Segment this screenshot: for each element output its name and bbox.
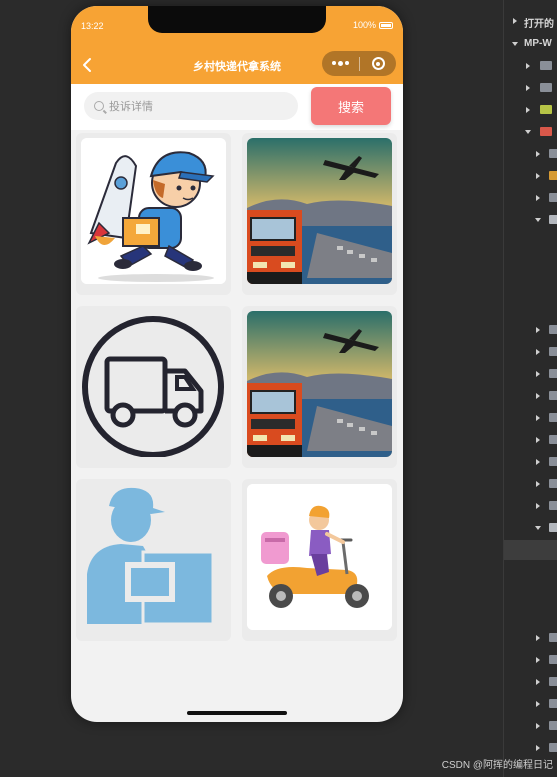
folder-icon bbox=[549, 369, 557, 378]
tree-file[interactable] bbox=[504, 232, 557, 252]
search-placeholder: 投诉详情 bbox=[109, 101, 153, 113]
miniprogram-capsule bbox=[322, 51, 396, 76]
tree-folder[interactable] bbox=[504, 166, 557, 186]
ide-file-tree: 打开的 MP-W bbox=[503, 0, 557, 777]
courier-rocket-image bbox=[81, 138, 226, 284]
tree-folder[interactable] bbox=[504, 496, 557, 516]
folder-icon bbox=[540, 105, 552, 114]
tree-folder[interactable] bbox=[504, 122, 557, 142]
tree-folder[interactable] bbox=[504, 716, 557, 736]
tree-folder[interactable] bbox=[504, 78, 557, 98]
tree-row-project[interactable]: MP-W bbox=[504, 34, 557, 54]
folder-icon bbox=[549, 655, 557, 664]
tree-folder[interactable] bbox=[504, 364, 557, 384]
tree-folder[interactable] bbox=[504, 408, 557, 428]
grid-card[interactable] bbox=[76, 306, 231, 468]
folder-icon bbox=[540, 61, 552, 70]
folder-icon bbox=[549, 171, 557, 180]
folder-icon bbox=[549, 413, 557, 422]
folder-icon bbox=[549, 501, 557, 510]
scooter-delivery-image bbox=[247, 484, 392, 630]
folder-icon bbox=[549, 721, 557, 730]
grid-card[interactable] bbox=[242, 133, 397, 295]
tree-file[interactable] bbox=[504, 254, 557, 274]
search-button[interactable]: 搜索 bbox=[311, 87, 391, 125]
folder-icon bbox=[549, 325, 557, 334]
status-time: 13:22 bbox=[81, 21, 104, 31]
folder-icon bbox=[549, 391, 557, 400]
folder-icon bbox=[549, 743, 557, 752]
tree-folder[interactable] bbox=[504, 518, 557, 538]
folder-icon bbox=[549, 523, 557, 532]
tree-folder[interactable] bbox=[504, 650, 557, 670]
tree-folder[interactable] bbox=[504, 210, 557, 230]
project-label: MP-W bbox=[524, 38, 552, 49]
tree-folder[interactable] bbox=[504, 430, 557, 450]
folder-icon bbox=[549, 457, 557, 466]
tree-folder[interactable] bbox=[504, 188, 557, 208]
tree-folder[interactable] bbox=[504, 144, 557, 164]
nav-bar: 乡村快递代拿系统 bbox=[71, 46, 403, 84]
tree-folder[interactable] bbox=[504, 320, 557, 340]
more-menu-icon[interactable] bbox=[322, 61, 359, 66]
battery-text: 100% bbox=[352, 20, 376, 30]
folder-icon bbox=[549, 347, 557, 356]
close-miniprogram-icon[interactable] bbox=[360, 57, 396, 70]
truck-plane-photo bbox=[247, 138, 392, 284]
folder-icon bbox=[549, 633, 557, 642]
phone-notch bbox=[148, 6, 326, 33]
search-bar: 投诉详情 搜索 bbox=[71, 84, 403, 130]
tree-row-opened[interactable]: 打开的 bbox=[504, 11, 557, 31]
tree-folder[interactable] bbox=[504, 474, 557, 494]
folder-icon bbox=[549, 149, 557, 158]
battery-indicator: 100% bbox=[353, 20, 393, 30]
tree-folder[interactable] bbox=[504, 386, 557, 406]
tree-folder[interactable] bbox=[504, 672, 557, 692]
folder-icon bbox=[540, 83, 552, 92]
phone-simulator: 13:22 100% 乡村快递代拿系统 投诉详情 搜索 bbox=[71, 6, 403, 722]
grid-card[interactable] bbox=[76, 133, 231, 295]
delivery-man-silhouette bbox=[81, 484, 226, 630]
folder-icon bbox=[549, 479, 557, 488]
delivery-truck-icon bbox=[81, 311, 226, 457]
image-grid bbox=[76, 133, 398, 641]
collapsed-arrow-icon bbox=[513, 18, 517, 24]
folder-icon bbox=[549, 699, 557, 708]
folder-icon bbox=[549, 193, 557, 202]
home-indicator bbox=[187, 711, 287, 715]
grid-card[interactable] bbox=[242, 306, 397, 468]
search-icon bbox=[94, 101, 104, 111]
tree-folder[interactable] bbox=[504, 56, 557, 76]
search-input[interactable]: 投诉详情 bbox=[84, 92, 298, 120]
tree-folder[interactable] bbox=[504, 628, 557, 648]
opened-editors-label: 打开的 bbox=[524, 19, 554, 30]
battery-icon bbox=[379, 21, 393, 29]
tree-folder[interactable] bbox=[504, 342, 557, 362]
folder-icon bbox=[549, 677, 557, 686]
tree-folder[interactable] bbox=[504, 100, 557, 120]
csdn-watermark: CSDN @阿挥的编程日记 bbox=[441, 760, 553, 771]
tree-folder[interactable] bbox=[504, 738, 557, 758]
tree-file[interactable] bbox=[504, 562, 557, 582]
folder-icon bbox=[540, 127, 552, 136]
folder-icon bbox=[549, 215, 557, 224]
expanded-arrow-icon bbox=[512, 42, 518, 46]
tree-folder[interactable] bbox=[504, 694, 557, 714]
tree-folder[interactable] bbox=[504, 452, 557, 472]
folder-icon bbox=[549, 435, 557, 444]
grid-card[interactable] bbox=[76, 479, 231, 641]
truck-plane-photo bbox=[247, 311, 392, 457]
tree-file-selected[interactable] bbox=[504, 540, 557, 560]
grid-card[interactable] bbox=[242, 479, 397, 641]
